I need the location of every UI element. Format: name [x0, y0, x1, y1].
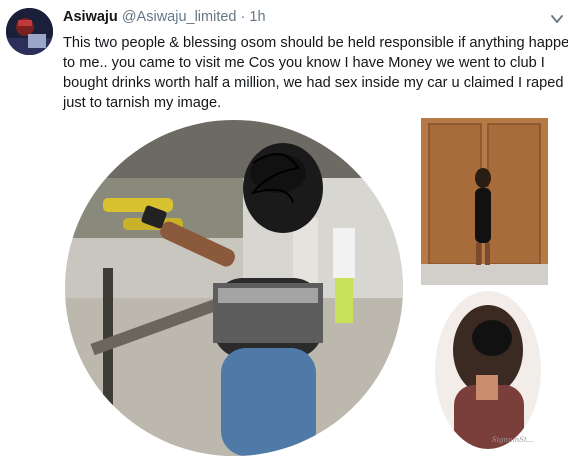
tweet-text-line: just to tarnish my image.: [63, 95, 222, 111]
tweet-text: This two people & blessing osom should b…: [63, 33, 568, 113]
standing-photo[interactable]: [421, 118, 548, 285]
user-avatar[interactable]: [6, 8, 53, 55]
avatar-image: [6, 8, 53, 55]
separator-dot: ·: [240, 9, 246, 25]
tweet-timestamp[interactable]: 1h: [249, 9, 265, 25]
tweet-text-line: This two people & blessing osom should b…: [63, 35, 568, 51]
display-name[interactable]: Asiwaju: [63, 9, 118, 25]
main-photo[interactable]: [63, 118, 405, 456]
user-handle[interactable]: @Asiwaju_limited: [122, 9, 237, 25]
photo-watermark: SignumSt...: [492, 436, 534, 444]
tweet-text-line: bought drinks worth half a million, we h…: [63, 75, 568, 91]
tweet-header: Asiwaju @Asiwaju_limited · 1h: [63, 9, 266, 25]
selfie-photo[interactable]: SignumSt...: [434, 290, 542, 450]
chevron-down-icon[interactable]: [550, 12, 564, 24]
tweet-text-line: to me.. you came to visit me Cos you kno…: [63, 55, 545, 71]
